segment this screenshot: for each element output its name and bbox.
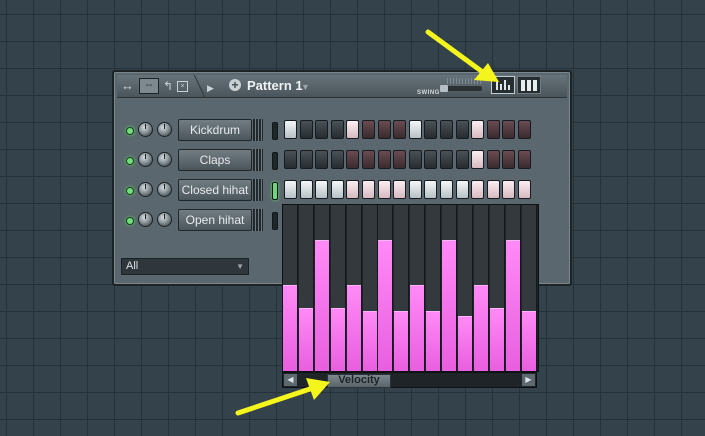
annotation-arrows	[235, 29, 499, 416]
arrow-pointing-velocity-tab	[235, 378, 330, 416]
arrow-pointing-graph-button	[425, 29, 499, 82]
